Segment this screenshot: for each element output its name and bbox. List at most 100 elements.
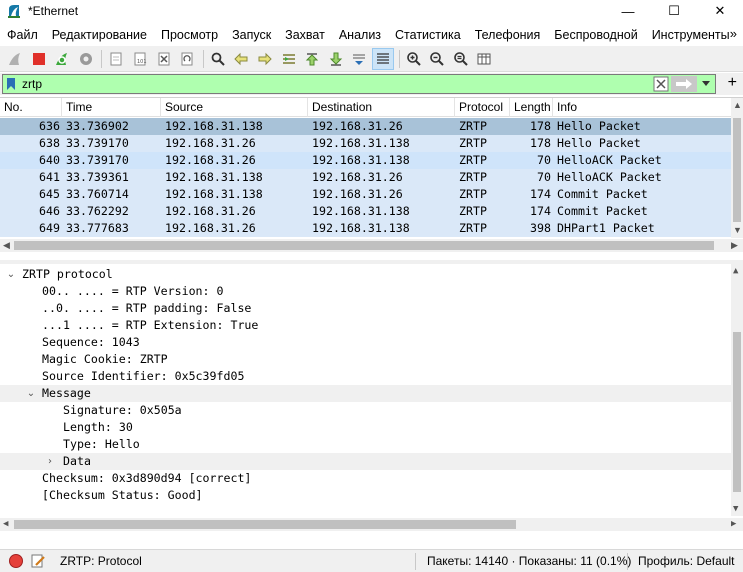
open-file-button[interactable]: [105, 48, 127, 70]
autoscroll-button[interactable]: [348, 48, 370, 70]
packet-row[interactable]: 646 33.762292 192.168.31.26 192.168.31.1…: [0, 203, 731, 220]
menu-overflow-chevron[interactable]: »: [730, 26, 737, 41]
menu-tools[interactable]: Инструменты: [645, 28, 737, 42]
tree-item[interactable]: Source Identifier: 0x5c39fd05: [0, 368, 731, 385]
tree-item-data[interactable]: › Data: [0, 453, 731, 470]
tree-item[interactable]: Magic Cookie: ZRTP: [0, 351, 731, 368]
chevron-down-icon[interactable]: ⌄: [26, 385, 36, 402]
column-header-time[interactable]: Time: [62, 98, 161, 117]
go-to-packet-button[interactable]: [278, 48, 300, 70]
packet-destination: 192.168.31.26: [312, 119, 403, 133]
tree-item[interactable]: Checksum: 0x3d890d94 [correct]: [0, 470, 731, 487]
column-header-info[interactable]: Info: [553, 98, 731, 117]
colorize-packet-list-button[interactable]: [371, 47, 394, 70]
tree-item[interactable]: ...1 .... = RTP Extension: True: [0, 317, 731, 334]
bookmark-icon: [7, 78, 15, 90]
scroll-thumb[interactable]: [14, 520, 516, 529]
packet-protocol: ZRTP: [459, 170, 487, 184]
scroll-thumb[interactable]: [733, 118, 741, 222]
zoom-out-button[interactable]: [426, 48, 448, 70]
menu-go[interactable]: Запуск: [225, 28, 278, 42]
scroll-thumb[interactable]: [733, 332, 741, 492]
zoom-in-button[interactable]: [403, 48, 425, 70]
packet-time: 33.739170: [66, 136, 129, 150]
start-capture-button[interactable]: [4, 48, 26, 70]
menu-edit[interactable]: Редактирование: [45, 28, 154, 42]
column-header-no[interactable]: No.: [0, 98, 62, 117]
filter-bookmark-button[interactable]: [4, 75, 18, 93]
packet-row[interactable]: 641 33.739361 192.168.31.138 192.168.31.…: [0, 169, 731, 186]
go-last-packet-button[interactable]: [325, 48, 347, 70]
tree-item-message[interactable]: ⌄ Message: [0, 385, 731, 402]
column-header-source[interactable]: Source: [161, 98, 308, 117]
tree-item[interactable]: 00.. .... = RTP Version: 0: [0, 283, 731, 300]
resize-columns-button[interactable]: [473, 48, 495, 70]
packet-row[interactable]: 645 33.760714 192.168.31.138 192.168.31.…: [0, 186, 731, 203]
packet-row[interactable]: 640 33.739170 192.168.31.26 192.168.31.1…: [0, 152, 731, 169]
tree-item[interactable]: ..0. .... = RTP padding: False: [0, 300, 731, 317]
menu-file[interactable]: Файл: [0, 28, 45, 42]
apply-filter-button[interactable]: [671, 76, 697, 92]
zoom-normal-button[interactable]: [450, 48, 472, 70]
details-horizontal-scrollbar[interactable]: ◀ ▶: [0, 518, 743, 531]
menu-statistics[interactable]: Статистика: [388, 28, 468, 42]
close-file-button[interactable]: [153, 48, 175, 70]
scroll-thumb[interactable]: [14, 241, 714, 250]
tree-item-label: Type: Hello: [63, 437, 140, 451]
maximize-button[interactable]: ☐: [651, 0, 697, 22]
scroll-left-arrow-icon[interactable]: ◀: [3, 519, 8, 529]
tree-item[interactable]: Length: 30: [0, 419, 731, 436]
packet-row[interactable]: 649 33.777683 192.168.31.26 192.168.31.1…: [0, 220, 731, 237]
tree-item-zrtp-protocol[interactable]: ⌄ ZRTP protocol: [0, 266, 731, 283]
display-filter-input[interactable]: [18, 77, 618, 91]
filter-history-dropdown[interactable]: [699, 76, 713, 92]
stop-capture-button[interactable]: [28, 48, 50, 70]
add-filter-button[interactable]: +: [728, 74, 737, 92]
go-forward-button[interactable]: [254, 48, 276, 70]
menu-wireless[interactable]: Беспроводной: [547, 28, 644, 42]
capture-comment-edit-icon[interactable]: [30, 553, 46, 569]
tree-item[interactable]: Sequence: 1043: [0, 334, 731, 351]
save-file-button[interactable]: 101: [129, 48, 151, 70]
menu-capture[interactable]: Захват: [278, 28, 332, 42]
packet-destination: 192.168.31.26: [312, 187, 403, 201]
scroll-right-arrow-icon[interactable]: ▶: [731, 240, 738, 251]
go-first-packet-button[interactable]: [301, 48, 323, 70]
close-button[interactable]: ✕: [697, 0, 743, 22]
scroll-left-arrow-icon[interactable]: ◀: [3, 240, 10, 251]
capture-options-button[interactable]: [75, 48, 97, 70]
go-back-button[interactable]: [230, 48, 252, 70]
scroll-up-arrow-icon[interactable]: ▲: [733, 100, 742, 110]
packet-no: 641: [39, 170, 60, 184]
tree-item[interactable]: Type: Hello: [0, 436, 731, 453]
find-packet-button[interactable]: [207, 48, 229, 70]
scroll-down-arrow-icon[interactable]: ▼: [733, 225, 742, 235]
packet-no: 649: [39, 221, 60, 235]
tree-item[interactable]: [Checksum Status: Good]: [0, 487, 731, 504]
details-vertical-scrollbar[interactable]: ▲ ▼: [731, 264, 743, 516]
column-header-destination[interactable]: Destination: [308, 98, 455, 117]
status-profile[interactable]: Профиль: Default: [638, 554, 735, 568]
scroll-down-arrow-icon[interactable]: ▼: [733, 504, 738, 514]
menu-view[interactable]: Просмотр: [154, 28, 225, 42]
column-header-length[interactable]: Length: [510, 98, 553, 117]
packet-no: 645: [39, 187, 60, 201]
reload-file-button[interactable]: [176, 48, 198, 70]
tree-item[interactable]: Signature: 0x505a: [0, 402, 731, 419]
menu-telephony[interactable]: Телефония: [468, 28, 548, 42]
scroll-up-arrow-icon[interactable]: ▲: [733, 266, 738, 276]
clear-filter-icon[interactable]: [653, 76, 669, 92]
restart-capture-button[interactable]: [51, 48, 73, 70]
chevron-down-icon[interactable]: ⌄: [6, 266, 16, 283]
scroll-right-arrow-icon[interactable]: ▶: [731, 519, 736, 529]
packet-row[interactable]: 638 33.739170 192.168.31.26 192.168.31.1…: [0, 135, 731, 152]
packet-list-horizontal-scrollbar[interactable]: ◀ ▶: [0, 239, 743, 252]
menu-analyze[interactable]: Анализ: [332, 28, 388, 42]
packet-list-vertical-scrollbar[interactable]: ▲ ▼: [731, 98, 743, 238]
expert-info-indicator-icon[interactable]: [8, 553, 24, 569]
minimize-button[interactable]: —: [605, 0, 651, 22]
chevron-right-icon[interactable]: ›: [45, 453, 55, 470]
svg-text:101: 101: [137, 59, 147, 65]
column-header-protocol[interactable]: Protocol: [455, 98, 510, 117]
packet-row[interactable]: 636 33.736902 192.168.31.138 192.168.31.…: [0, 118, 731, 135]
